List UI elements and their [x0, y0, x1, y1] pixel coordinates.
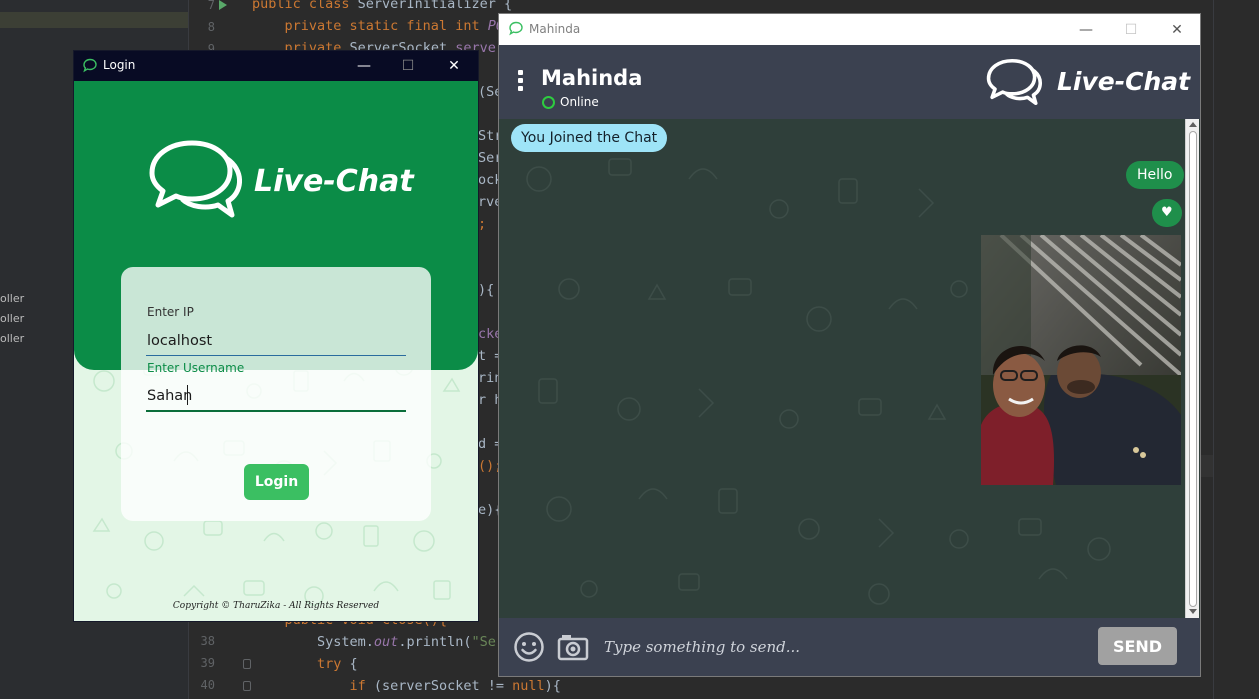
ide-right-gutter — [1213, 0, 1259, 699]
code-line: ){ — [478, 282, 494, 298]
code-token: ; — [478, 216, 487, 232]
outgoing-emoji-message: ♥ — [1152, 199, 1182, 227]
line-number: 8 — [207, 20, 215, 34]
chat-app-icon — [83, 58, 97, 73]
project-tree-item[interactable]: oller — [0, 292, 24, 305]
code-token: try — [252, 656, 350, 672]
code-token: private static final int — [252, 18, 488, 34]
login-button[interactable]: Login — [244, 464, 309, 500]
menu-dots-icon[interactable] — [518, 70, 524, 92]
scroll-up-icon[interactable] — [1189, 122, 1197, 127]
close-button[interactable]: ✕ — [1155, 14, 1199, 45]
username-label: Enter Username — [147, 361, 245, 375]
login-window: Login — ☐ ✕ Live-Chat Enter IP localhost… — [74, 51, 478, 621]
maximize-button[interactable]: ☐ — [1109, 14, 1153, 45]
line-number: 39 — [200, 656, 215, 670]
chat-header: Mahinda Online Live-Chat — [499, 45, 1200, 119]
code-token: ){ — [544, 678, 561, 694]
emoji-icon[interactable] — [513, 631, 545, 663]
composer-bar: SEND — [499, 618, 1200, 676]
login-titlebar[interactable]: Login — ☐ ✕ — [74, 51, 478, 81]
chat-bubbles-logo-icon — [149, 140, 242, 218]
code-token: out — [373, 634, 399, 650]
code-line: System.out.println("Ser — [252, 634, 504, 650]
code-line: if (serverSocket != null){ — [252, 678, 561, 694]
outgoing-image-message[interactable] — [981, 235, 1181, 485]
username-input[interactable] — [146, 382, 406, 412]
project-tree-item[interactable]: oller — [0, 332, 24, 345]
online-status-icon — [542, 96, 555, 109]
code-line: private static final int PO — [252, 18, 504, 34]
code-token: public class — [252, 0, 358, 12]
photo-image — [981, 235, 1181, 485]
project-tree-item[interactable]: oller — [0, 312, 24, 325]
contact-name: Mahinda — [541, 66, 643, 90]
line-number: 38 — [200, 634, 215, 648]
code-token: .println( — [398, 634, 472, 650]
code-line: try { — [252, 656, 358, 672]
chat-brand-title: Live-Chat — [1057, 67, 1191, 96]
camera-icon[interactable] — [557, 633, 589, 661]
scroll-down-icon[interactable] — [1189, 609, 1197, 614]
chat-app-icon — [509, 21, 523, 36]
message-area[interactable]: You Joined the Chat Hello ♥ — [499, 119, 1185, 618]
chat-window-title: Mahinda — [529, 22, 581, 36]
login-brand-title: Live-Chat — [254, 164, 414, 199]
code-line: public class ServerInitializer { — [252, 0, 512, 12]
send-button[interactable]: SEND — [1098, 627, 1177, 665]
code-token: null — [512, 678, 545, 694]
code-token: ){ — [478, 282, 495, 298]
message-input[interactable] — [604, 632, 1084, 662]
ip-label: Enter IP — [147, 305, 194, 319]
close-button[interactable]: ✕ — [432, 51, 476, 81]
maximize-button[interactable]: ☐ — [386, 51, 430, 81]
desktop: oller oller oller 7 8 9 38 39 40 public … — [0, 0, 1259, 699]
code-token: ServerInitializer { — [357, 0, 513, 12]
code-line: ; — [478, 216, 486, 232]
message-scrollbar[interactable] — [1185, 119, 1199, 618]
fold-icon[interactable] — [243, 681, 251, 691]
chat-window: Mahinda — ☐ ✕ Mahinda Online Live-Chat Y… — [499, 14, 1200, 676]
login-window-title: Login — [103, 58, 136, 72]
minimize-button[interactable]: — — [342, 51, 386, 81]
copyright-text: Copyright © TharuZika - All Rights Reser… — [172, 601, 380, 611]
line-number: 7 — [207, 0, 215, 12]
status-text: Online — [560, 95, 599, 109]
line-number: 40 — [200, 678, 215, 692]
minimize-button[interactable]: — — [1064, 14, 1108, 45]
chat-titlebar[interactable]: Mahinda — ☐ ✕ — [499, 14, 1200, 45]
text-caret — [187, 385, 188, 405]
project-panel-selection — [0, 12, 188, 28]
fold-icon[interactable] — [243, 659, 251, 669]
code-token: { — [349, 656, 358, 672]
code-token: if — [252, 678, 374, 694]
outgoing-message: Hello — [1126, 161, 1184, 189]
chat-bubbles-logo-icon — [986, 58, 1042, 106]
code-token: System. — [252, 634, 374, 650]
ip-input[interactable] — [146, 327, 406, 356]
run-icon[interactable] — [219, 0, 227, 10]
system-message: You Joined the Chat — [511, 124, 668, 152]
code-token: (serverSocket != — [373, 678, 513, 694]
scroll-thumb[interactable] — [1189, 131, 1197, 607]
